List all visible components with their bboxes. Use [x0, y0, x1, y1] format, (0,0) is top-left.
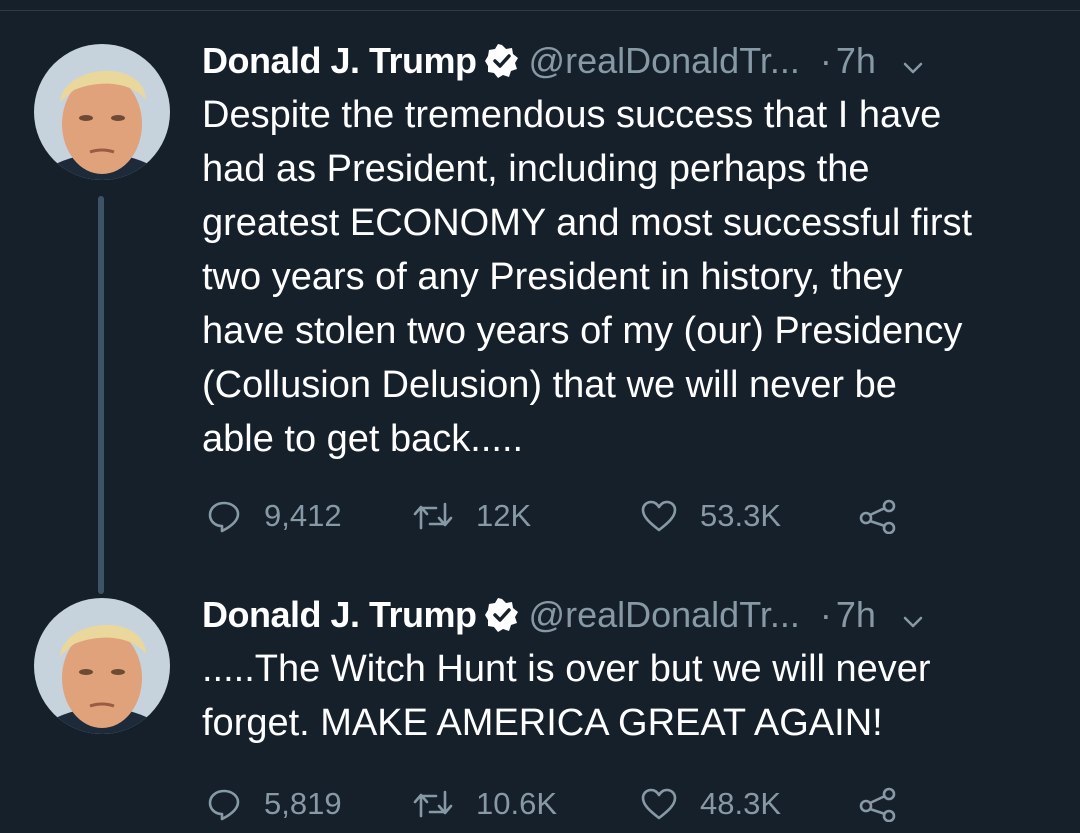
retweet-button[interactable]: 12K	[412, 496, 531, 536]
tweet-text: .....The Witch Hunt is over but we will …	[202, 642, 1062, 750]
tweet-text-line: Despite the tremendous success that I ha…	[202, 94, 942, 136]
verified-badge-icon	[484, 598, 519, 632]
tweet-content: Donald J. Trump @realDonaldTr... · 7h ..…	[202, 592, 1062, 750]
top-divider	[0, 10, 1080, 11]
tweet-text-line: greatest ECONOMY and most successful fir…	[202, 202, 973, 244]
author-handle[interactable]: @realDonaldTr...	[529, 40, 800, 82]
reply-button[interactable]: 5,819	[206, 784, 342, 824]
avatar[interactable]	[34, 44, 170, 180]
retweet-count: 12K	[476, 498, 532, 533]
tweet-text-line: two years of any President in history, t…	[202, 256, 903, 298]
share-button[interactable]	[858, 496, 898, 536]
separator-dot: ·	[819, 594, 832, 635]
timestamp[interactable]: 7h	[836, 594, 876, 636]
like-icon	[640, 786, 678, 822]
reply-button[interactable]: 9,412	[206, 496, 342, 536]
like-icon	[640, 498, 678, 534]
reply-count: 9,412	[264, 498, 342, 533]
thread-connector-line	[98, 196, 104, 594]
tweet-content: Donald J. Trump @realDonaldTr... · 7h De…	[202, 38, 1062, 466]
share-icon	[858, 498, 898, 534]
tweet-text-line: .....The Witch Hunt is over but we will …	[202, 648, 931, 690]
reply-count: 5,819	[264, 786, 342, 821]
author-handle[interactable]: @realDonaldTr...	[529, 594, 800, 636]
reply-icon	[206, 498, 242, 534]
verified-badge-icon	[484, 44, 519, 78]
like-count: 48.3K	[700, 786, 782, 821]
tweet-actions: 9,412 12K 53.3K	[202, 496, 1062, 536]
retweet-button[interactable]: 10.6K	[412, 784, 557, 824]
chevron-down-icon[interactable]	[900, 48, 926, 74]
tweet-text-line: have stolen two years of my (our) Presid…	[202, 310, 963, 352]
tweet-actions: 5,819 10.6K 48.3K	[202, 784, 1062, 824]
timestamp[interactable]: 7h	[836, 40, 876, 82]
author-name[interactable]: Donald J. Trump	[202, 594, 477, 636]
reply-icon	[206, 786, 242, 822]
tweet-header: Donald J. Trump @realDonaldTr... · 7h	[202, 38, 1062, 84]
retweet-icon	[412, 786, 454, 822]
tweet-text-line: (Collusion Delusion) that we will never …	[202, 364, 897, 406]
tweet-text-line: able to get back.....	[202, 418, 524, 460]
tweet-text-line: had as President, including perhaps the	[202, 148, 870, 190]
retweet-icon	[412, 498, 454, 534]
like-count: 53.3K	[700, 498, 782, 533]
separator-dot: ·	[819, 40, 832, 81]
share-icon	[858, 786, 898, 822]
tweet-header: Donald J. Trump @realDonaldTr... · 7h	[202, 592, 1062, 638]
retweet-count: 10.6K	[476, 786, 558, 821]
like-button[interactable]: 48.3K	[640, 784, 781, 824]
chevron-down-icon[interactable]	[900, 602, 926, 628]
avatar[interactable]	[34, 598, 170, 734]
tweet-text: Despite the tremendous success that I ha…	[202, 88, 1062, 466]
like-button[interactable]: 53.3K	[640, 496, 781, 536]
tweet-text-line: forget. MAKE AMERICA GREAT AGAIN!	[202, 702, 883, 744]
author-name[interactable]: Donald J. Trump	[202, 40, 477, 82]
share-button[interactable]	[858, 784, 898, 824]
